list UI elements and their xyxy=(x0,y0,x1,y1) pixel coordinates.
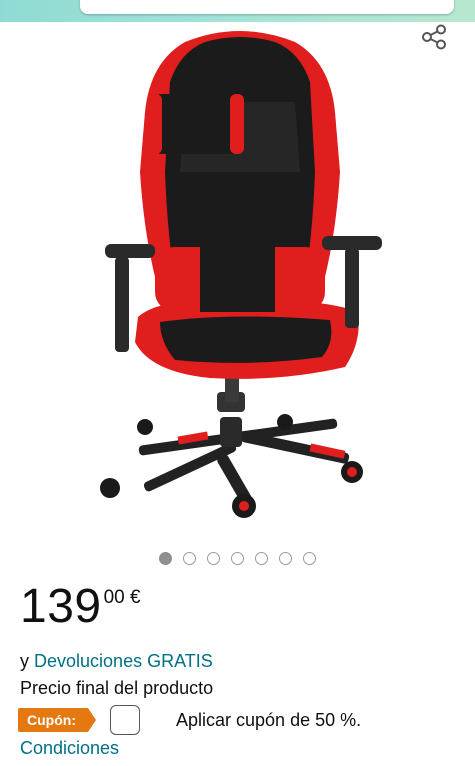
carousel-dot[interactable] xyxy=(303,551,316,565)
price-fraction: 00 € xyxy=(103,587,141,608)
returns-info: y Devoluciones GRATIS xyxy=(20,650,213,672)
carousel-dot[interactable] xyxy=(159,551,172,565)
image-carousel-indicators xyxy=(0,550,475,566)
chair-seat xyxy=(135,300,359,379)
chair-base xyxy=(100,362,363,518)
carousel-dot[interactable] xyxy=(255,551,268,565)
final-price-label: Precio final del producto xyxy=(20,678,214,698)
share-icon xyxy=(422,24,446,50)
coupon-tag-tip xyxy=(84,708,96,732)
conditions-link[interactable]: Condiciones xyxy=(20,737,119,759)
carousel-dot[interactable] xyxy=(279,551,292,565)
carousel-dot[interactable] xyxy=(207,551,220,565)
returns-prefix: y xyxy=(20,651,35,671)
carousel-dot[interactable] xyxy=(231,551,244,565)
search-bar[interactable] xyxy=(80,0,454,14)
coupon-row: Cupón: Aplicar cupón de 50 %. xyxy=(18,705,458,735)
product-image[interactable] xyxy=(90,22,390,527)
coupon-text: Aplicar cupón de 50 %. xyxy=(176,710,362,730)
coupon-checkbox[interactable] xyxy=(110,705,140,735)
free-returns-link[interactable]: Devoluciones GRATIS xyxy=(34,651,213,671)
share-button[interactable] xyxy=(418,22,450,52)
price-whole: 139 xyxy=(20,580,102,633)
price: 139 00 € xyxy=(20,580,141,634)
chair-backrest xyxy=(140,31,340,312)
carousel-dot[interactable] xyxy=(183,551,196,565)
coupon-tag: Cupón: xyxy=(18,708,88,732)
